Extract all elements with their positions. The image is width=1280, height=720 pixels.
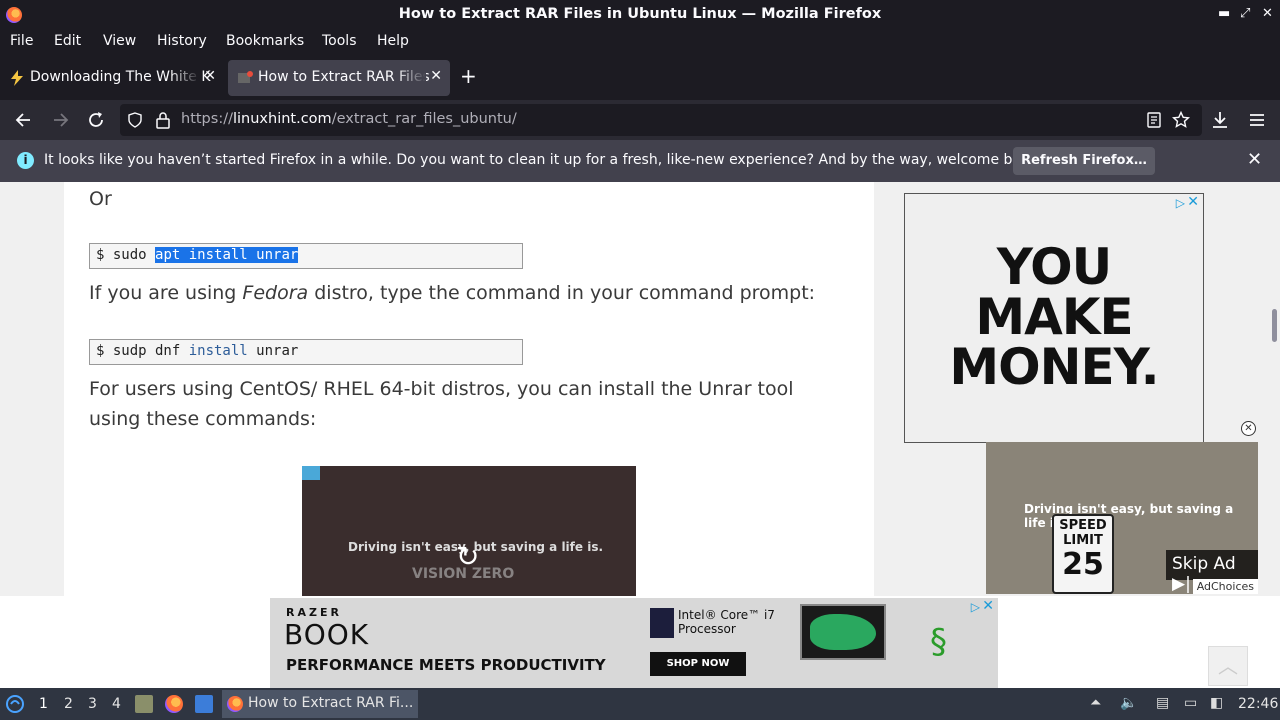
tab-fade: [396, 60, 426, 96]
menu-help[interactable]: Help: [377, 33, 409, 49]
start-menu-icon[interactable]: [5, 694, 25, 714]
intel-text: Intel® Core™ i7 Processor: [678, 608, 775, 636]
code-prompt: $ sudo: [96, 247, 156, 263]
window-titlebar: How to Extract RAR Files in Ubuntu Linux…: [0, 0, 1280, 30]
workspace-2[interactable]: 2: [64, 696, 73, 712]
menubar: File Edit View History Bookmarks Tools H…: [0, 30, 1280, 54]
back-to-top-button[interactable]: ︿: [1208, 646, 1248, 686]
notification-message: It looks like you haven’t started Firefo…: [44, 152, 1043, 168]
ad-tagline: PERFORMANCE MEETS PRODUCTIVITY: [286, 656, 606, 674]
menu-file[interactable]: File: [10, 33, 33, 49]
workspace-4[interactable]: 4: [112, 696, 121, 712]
clipboard-icon[interactable]: ▤: [1156, 695, 1174, 713]
ad-close-icon[interactable]: ✕: [982, 598, 994, 614]
notification-close-icon[interactable]: ✕: [1247, 149, 1262, 170]
workspace-1[interactable]: 1: [39, 696, 48, 712]
ad-info-icon[interactable]: ▷: [1176, 196, 1185, 210]
skip-ad-button[interactable]: Skip Ad ▶|: [1166, 550, 1258, 594]
maximize-icon[interactable]: ⤢: [1240, 6, 1250, 21]
floating-video-ad[interactable]: Driving isn't easy, but saving a life is…: [986, 442, 1258, 594]
menu-view[interactable]: View: [103, 33, 136, 49]
bottom-banner-ad[interactable]: RAZER BOOK PERFORMANCE MEETS PRODUCTIVIT…: [270, 598, 998, 688]
new-tab-button[interactable]: +: [460, 64, 477, 88]
window-title: How to Extract RAR Files in Ubuntu Linux…: [398, 6, 882, 22]
url-text[interactable]: https://linuxhint.com/extract_rar_files_…: [181, 111, 517, 127]
firefox-launcher-icon[interactable]: [165, 695, 183, 713]
or-text: Or: [89, 188, 112, 210]
code-block-dnf[interactable]: $ sudp dnf install unrar: [89, 339, 523, 365]
os-taskbar: 1 2 3 4 How to Extract RAR Fi... ⏶ 🔈 ▤ ▭…: [0, 688, 1280, 720]
tab-strip: Downloading The White K ✕ How to Extract…: [0, 58, 1280, 98]
code-arg: unrar: [247, 343, 299, 359]
network-icon[interactable]: ◧: [1210, 695, 1228, 713]
clock: 22:46: [1238, 696, 1279, 712]
code-keyword: install: [188, 343, 248, 359]
workspace-3[interactable]: 3: [88, 696, 97, 712]
menu-tools[interactable]: Tools: [322, 33, 357, 49]
selected-code-text: apt install unrar: [155, 247, 299, 263]
laptop-image: [800, 604, 886, 660]
reload-icon[interactable]: [86, 110, 106, 130]
intel-evo-badge-icon: [650, 608, 674, 638]
adchoices-link[interactable]: AdChoices: [1192, 579, 1258, 594]
tab-extract-rar[interactable]: How to Extract RAR Files ✕: [228, 60, 450, 96]
close-window-icon[interactable]: ✕: [1262, 6, 1273, 21]
tab-close-icon[interactable]: ✕: [430, 68, 442, 84]
fedora-paragraph: If you are using Fedora distro, type the…: [89, 282, 816, 304]
menu-history[interactable]: History: [157, 33, 207, 49]
refresh-firefox-notification: i It looks like you haven’t started Fire…: [0, 140, 1280, 182]
scrollbar-thumb[interactable]: [1272, 309, 1277, 342]
shield-icon[interactable]: [127, 112, 143, 128]
ad-badge-icon: [302, 466, 320, 480]
ad-info-icon[interactable]: ▷: [971, 600, 980, 614]
code-prompt: $ sudp dnf: [96, 343, 189, 359]
tab-close-icon[interactable]: ✕: [204, 68, 216, 84]
forward-icon[interactable]: [50, 110, 70, 130]
file-manager-icon[interactable]: [135, 695, 153, 713]
hamburger-menu-icon[interactable]: [1247, 110, 1267, 130]
tray-up-arrow-icon[interactable]: ⏶: [1090, 695, 1108, 713]
tab-fade: [170, 60, 200, 96]
minimize-icon[interactable]: ▬: [1218, 6, 1230, 21]
firefox-window-icon: [227, 696, 243, 712]
display-icon[interactable]: ▭: [1184, 695, 1202, 713]
reader-view-icon[interactable]: [1146, 112, 1162, 128]
lock-icon[interactable]: [155, 111, 171, 129]
info-icon: i: [17, 152, 34, 169]
taskbar-window-label: How to Extract RAR Fi...: [248, 695, 414, 711]
tab-downloading[interactable]: Downloading The White K ✕: [0, 60, 224, 96]
volume-icon[interactable]: 🔈: [1120, 695, 1138, 713]
shop-now-button[interactable]: SHOP NOW: [650, 652, 746, 676]
sidebar-ad[interactable]: ▷ ✕ YOU MAKE MONEY.: [904, 193, 1204, 443]
refresh-firefox-button[interactable]: Refresh Firefox…: [1013, 147, 1155, 175]
back-icon[interactable]: [14, 110, 34, 130]
linuxhint-favicon-icon: [238, 71, 253, 83]
web-content: Or $ sudo apt install unrar If you are u…: [0, 182, 1280, 688]
terminal-launcher-icon[interactable]: [195, 695, 213, 713]
replay-icon[interactable]: ↻: [456, 540, 479, 573]
inline-video-ad[interactable]: Driving isn't easy, but saving a life is…: [302, 466, 636, 596]
menu-edit[interactable]: Edit: [54, 33, 81, 49]
url-bar[interactable]: https://linuxhint.com/extract_rar_files_…: [120, 104, 1202, 136]
downloads-icon[interactable]: [1210, 110, 1230, 130]
centos-paragraph: For users using CentOS/ RHEL 64-bit dist…: [89, 378, 794, 430]
taskbar-window-firefox[interactable]: How to Extract RAR Fi...: [222, 690, 418, 718]
code-block-apt[interactable]: $ sudo apt install unrar: [89, 243, 523, 269]
lightning-icon: [11, 70, 23, 86]
video-close-icon[interactable]: ✕: [1241, 421, 1256, 436]
menu-bookmarks[interactable]: Bookmarks: [226, 33, 304, 49]
speed-limit-sign: SPEED LIMIT 25: [1052, 514, 1114, 594]
ad-close-icon[interactable]: ✕: [1187, 194, 1199, 210]
ad-headline: YOU MAKE MONEY.: [949, 238, 1159, 396]
bookmark-star-icon[interactable]: [1172, 111, 1190, 129]
navigation-toolbar: https://linuxhint.com/extract_rar_files_…: [0, 100, 1280, 140]
razer-logo-icon: §: [930, 622, 947, 662]
bottom-ad-bar: RAZER BOOK PERFORMANCE MEETS PRODUCTIVIT…: [0, 596, 1280, 688]
ad-product: BOOK: [284, 618, 370, 651]
